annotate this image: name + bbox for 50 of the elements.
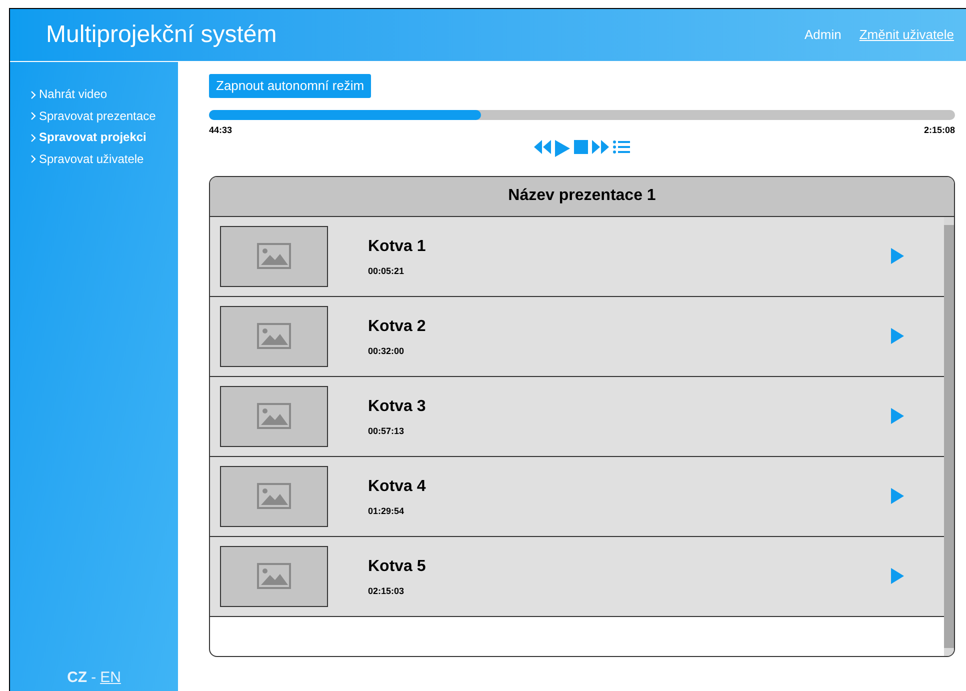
- scrollbar[interactable]: [944, 216, 954, 656]
- language-separator: -: [91, 668, 96, 688]
- elapsed-time: 44:33: [209, 124, 232, 138]
- play-icon[interactable]: [891, 328, 904, 344]
- chevron-icon: [31, 112, 36, 120]
- anchor-name: Kotva 3: [368, 396, 427, 416]
- anchor-row[interactable]: Kotva 5 02:15:03: [210, 536, 944, 617]
- rewind-icon[interactable]: [534, 140, 551, 154]
- language-link[interactable]: EN: [100, 666, 121, 689]
- play-icon[interactable]: [891, 408, 904, 424]
- chevron-icon: [31, 90, 36, 99]
- chevron-icon: [31, 155, 36, 164]
- switch-user-link[interactable]: Změnit uživatele: [859, 25, 954, 45]
- list-icon[interactable]: [613, 140, 630, 154]
- sidebar-item[interactable]: Spravovat prezentace: [31, 106, 178, 127]
- anchor-time: 00:57:13: [368, 424, 406, 438]
- autonomous-mode-button[interactable]: Zapnout autonomní režim: [209, 74, 372, 98]
- play-icon[interactable]: [891, 248, 904, 264]
- anchor-time: 00:32:00: [368, 344, 406, 358]
- image-placeholder-icon: [257, 563, 291, 590]
- image-placeholder-icon: [257, 403, 291, 430]
- stop-icon[interactable]: [574, 140, 588, 154]
- anchor-time: 02:15:03: [368, 584, 406, 598]
- anchor-row[interactable]: Kotva 1 00:05:21: [210, 216, 944, 297]
- app-title: Multiprojekční systém: [46, 20, 277, 50]
- anchor-time: 01:29:54: [368, 504, 406, 518]
- anchor-name: Kotva 5: [368, 556, 427, 576]
- anchor-row[interactable]: Kotva 3 00:57:13: [210, 376, 944, 457]
- play-icon[interactable]: [891, 488, 904, 504]
- image-placeholder-icon: [257, 243, 291, 270]
- play-icon[interactable]: [891, 568, 904, 584]
- anchor-name: Kotva 4: [368, 476, 427, 496]
- total-time: 2:15:08: [924, 124, 955, 138]
- sidebar-item[interactable]: Spravovat projekci: [31, 127, 178, 148]
- anchor-row[interactable]: Kotva 2 00:32:00: [210, 296, 944, 377]
- progress-track[interactable]: [209, 110, 955, 120]
- sidebar-item[interactable]: Nahrát video: [31, 84, 178, 106]
- presentation-title: Název prezentace 1: [508, 186, 656, 206]
- language-link[interactable]: CZ: [67, 666, 88, 689]
- play-icon[interactable]: [555, 140, 570, 157]
- anchor-name: Kotva 2: [368, 316, 427, 336]
- fast-forward-icon[interactable]: [592, 140, 609, 154]
- anchor-time: 00:05:21: [368, 264, 406, 278]
- anchor-name: Kotva 1: [368, 236, 427, 256]
- user-name: Admin: [804, 26, 842, 44]
- sidebar-item[interactable]: Spravovat uživatele: [31, 148, 178, 170]
- image-placeholder-icon: [257, 483, 291, 510]
- anchor-row[interactable]: Kotva 4 01:29:54: [210, 456, 944, 537]
- chevron-icon: [31, 134, 36, 142]
- image-placeholder-icon: [257, 323, 291, 350]
